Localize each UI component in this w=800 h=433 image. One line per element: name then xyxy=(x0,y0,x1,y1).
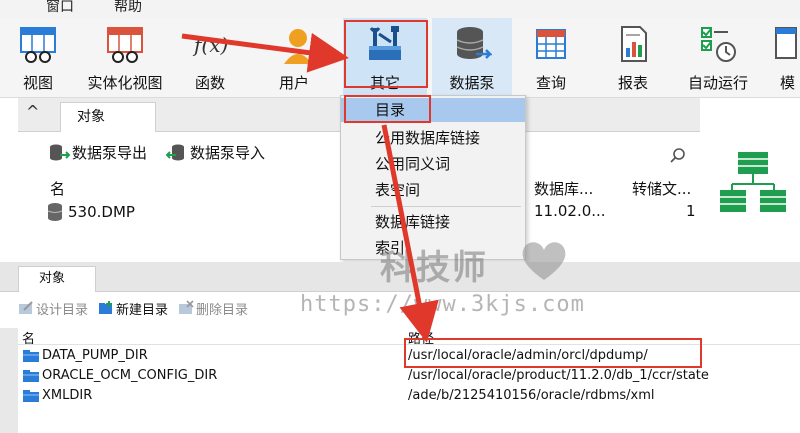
right-panel xyxy=(700,98,800,262)
toolbar-datapump-button[interactable]: 数据泵 xyxy=(432,18,512,98)
directory-toolbar: 设计目录 新建目录 删除目录 xyxy=(18,296,248,320)
search-icon[interactable] xyxy=(670,148,686,164)
folder-icon xyxy=(23,369,39,382)
top-col-db[interactable]: 数据库... xyxy=(534,178,593,199)
highlight-path-box xyxy=(404,338,702,368)
watermark-url: https://www.3kjs.com xyxy=(300,292,585,317)
materialized-view-icon xyxy=(107,27,143,63)
design-directory-button[interactable]: 设计目录 xyxy=(18,299,88,318)
bottom-tab-objects[interactable]: 对象 xyxy=(18,266,96,292)
directory-path: /usr/local/oracle/product/11.2.0/db_1/cc… xyxy=(408,368,709,383)
toolbar-report-button[interactable]: 报表 xyxy=(604,18,662,98)
datapump-export-button[interactable]: 数据泵导出 xyxy=(48,142,147,163)
toolbar-query-button[interactable]: 查询 xyxy=(522,18,580,98)
delete-directory-icon xyxy=(179,300,194,314)
report-icon xyxy=(621,26,647,62)
watermark-text: 科技师 xyxy=(380,248,488,288)
delete-directory-button[interactable]: 删除目录 xyxy=(178,299,248,318)
dump-file-row[interactable]: 530.DMP xyxy=(46,202,135,222)
directory-name: DATA_PUMP_DIR xyxy=(42,348,148,363)
toolbar-autorun-button[interactable]: 自动运行 xyxy=(678,18,758,98)
directory-name: ORACLE_OCM_CONFIG_DIR xyxy=(42,368,218,383)
query-icon xyxy=(536,29,566,59)
folder-icon xyxy=(23,349,39,362)
highlight-other-box xyxy=(344,20,428,88)
structure-green-icon xyxy=(720,152,786,212)
dump-file-db: 11.02.0... xyxy=(534,202,606,220)
dump-file-dump: 1 xyxy=(686,202,696,220)
highlight-directory-box xyxy=(344,95,431,123)
design-directory-icon xyxy=(19,301,33,314)
directory-row[interactable]: ORACLE_OCM_CONFIG_DIR xyxy=(22,368,217,383)
toolbar-datapump-label: 数据泵 xyxy=(449,74,495,92)
design-directory-label: 设计目录 xyxy=(36,302,89,318)
menu-item-db-link[interactable]: 数据库链接 xyxy=(341,210,525,234)
toolbar-model-label: 模 xyxy=(780,74,796,92)
new-directory-icon xyxy=(99,301,113,314)
watermark-heart-icon xyxy=(522,242,566,280)
top-tab-objects[interactable]: 对象 xyxy=(60,102,156,132)
datapump-export-icon xyxy=(50,144,70,160)
view-icon xyxy=(20,27,56,63)
user-icon xyxy=(284,29,312,64)
toolbar-mview-button[interactable]: 实体化视图 xyxy=(78,18,172,98)
new-directory-button[interactable]: 新建目录 xyxy=(98,299,168,318)
toolbar-user-button[interactable]: 用户 xyxy=(266,18,322,98)
toolbar-view-button[interactable]: 视图 xyxy=(10,18,66,98)
directory-row[interactable]: XMLDIR xyxy=(22,388,92,403)
datapump-export-label: 数据泵导出 xyxy=(72,144,148,162)
fx-glyph: f(x) xyxy=(192,33,228,57)
directory-path: /ade/b/2125410156/oracle/rdbms/xml xyxy=(408,388,655,403)
menubar: 窗口 帮助 xyxy=(0,0,800,18)
menu-separator xyxy=(371,206,521,207)
toolbar-mview-label: 实体化视图 xyxy=(87,74,163,92)
delete-directory-label: 删除目录 xyxy=(196,302,249,318)
folder-icon xyxy=(23,389,39,402)
datapump-import-label: 数据泵导入 xyxy=(190,144,266,162)
function-icon: f(x) xyxy=(192,33,228,57)
menu-item-public-synonym[interactable]: 公用同义词 xyxy=(341,152,525,176)
directory-name: XMLDIR xyxy=(42,388,93,403)
toolbar-function-button[interactable]: f(x) 函数 xyxy=(182,18,238,98)
datapump-import-button[interactable]: 数据泵导入 xyxy=(166,142,265,163)
auto-run-icon xyxy=(701,27,736,62)
datapump-import-icon xyxy=(166,144,184,160)
toolbar-report-label: 报表 xyxy=(617,74,648,92)
top-col-dump[interactable]: 转储文... xyxy=(632,178,691,199)
directory-row[interactable]: DATA_PUMP_DIR xyxy=(22,348,148,363)
model-icon xyxy=(775,27,797,59)
new-directory-label: 新建目录 xyxy=(116,302,169,318)
menu-help[interactable]: 帮助 xyxy=(114,0,142,16)
toolbar-autorun-label: 自动运行 xyxy=(687,74,748,92)
collapse-caret-icon[interactable]: ^ xyxy=(26,102,39,121)
toolbar-model-button[interactable]: 模 xyxy=(772,18,800,98)
toolbar-user-label: 用户 xyxy=(278,74,309,92)
top-col-name[interactable]: 名 xyxy=(50,178,65,199)
bottom-left-gutter xyxy=(0,328,18,433)
dump-file-icon xyxy=(47,203,63,221)
toolbar-function-label: 函数 xyxy=(194,74,225,92)
toolbar-view-label: 视图 xyxy=(22,74,53,92)
data-pump-icon xyxy=(456,27,492,59)
menu-item-public-db-link[interactable]: 公用数据库链接 xyxy=(341,126,525,150)
toolbar-query-label: 查询 xyxy=(535,74,566,92)
menu-item-tablespace[interactable]: 表空间 xyxy=(341,178,525,202)
dump-file-name: 530.DMP xyxy=(68,203,135,221)
menu-window[interactable]: 窗口 xyxy=(46,0,74,16)
